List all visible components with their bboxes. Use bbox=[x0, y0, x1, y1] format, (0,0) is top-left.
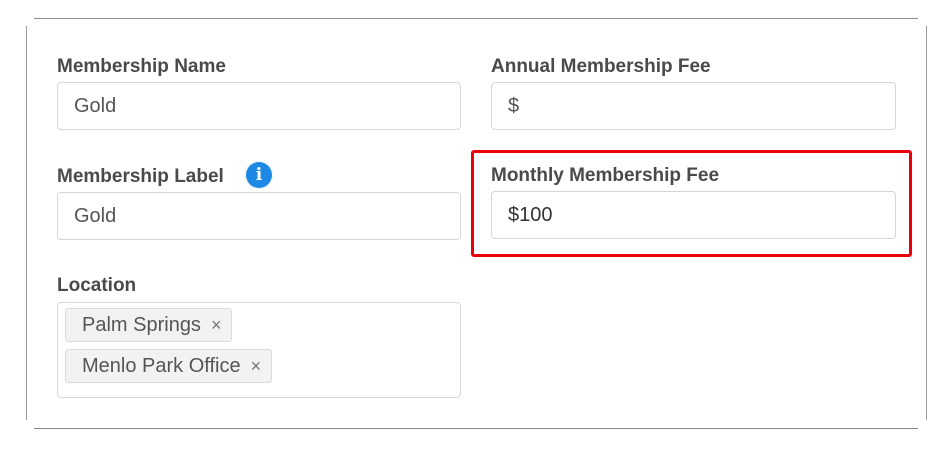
location-tag-label: Palm Springs bbox=[82, 313, 201, 336]
membership-form-panel: Membership Name Gold Annual Membership F… bbox=[0, 0, 952, 459]
location-multiselect[interactable]: Palm Springs × Menlo Park Office × bbox=[57, 302, 461, 398]
right-divider bbox=[926, 26, 927, 420]
monthly-fee-input[interactable]: $100 bbox=[491, 191, 896, 239]
monthly-fee-label: Monthly Membership Fee bbox=[491, 165, 720, 186]
location-tag-menlo-park-office: Menlo Park Office × bbox=[65, 349, 273, 383]
remove-tag-icon[interactable]: × bbox=[251, 356, 262, 377]
membership-name-input[interactable]: Gold bbox=[57, 82, 461, 130]
left-divider bbox=[26, 26, 27, 420]
remove-tag-icon[interactable]: × bbox=[211, 315, 222, 336]
bottom-divider bbox=[34, 428, 918, 429]
info-icon[interactable]: i bbox=[245, 161, 273, 189]
location-tag-palm-springs: Palm Springs × bbox=[65, 308, 233, 342]
location-tag-label: Menlo Park Office bbox=[82, 354, 241, 377]
membership-name-label: Membership Name bbox=[57, 56, 226, 77]
top-divider bbox=[34, 18, 918, 19]
membership-label-label: Membership Label bbox=[57, 166, 224, 187]
annual-fee-label: Annual Membership Fee bbox=[491, 56, 711, 77]
location-label: Location bbox=[57, 275, 137, 296]
membership-label-input[interactable]: Gold bbox=[57, 192, 461, 240]
annual-fee-input[interactable]: $ bbox=[491, 82, 896, 130]
